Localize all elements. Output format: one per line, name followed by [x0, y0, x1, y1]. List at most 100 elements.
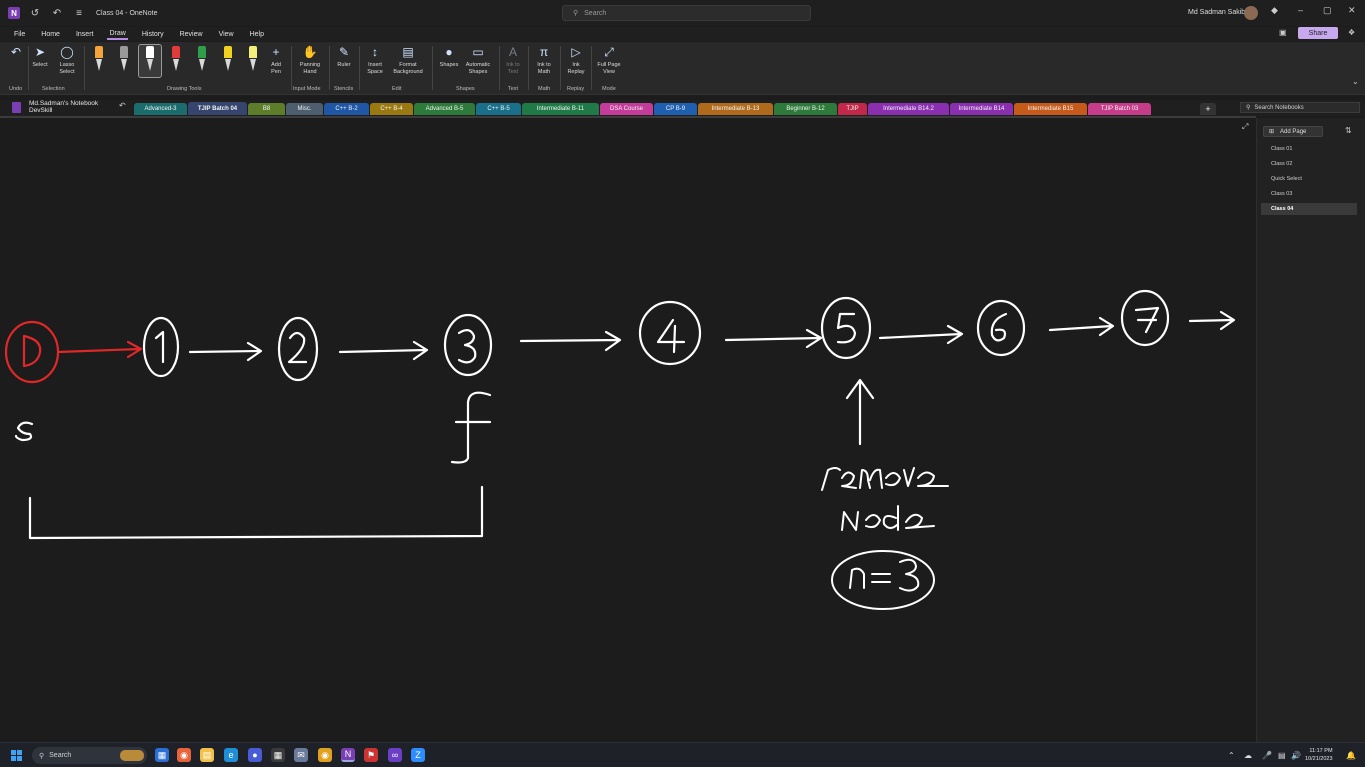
page-item-class-01[interactable]: Class 01 — [1261, 143, 1357, 155]
expand-icon[interactable]: ⤢ — [1242, 122, 1248, 132]
file-explorer-icon[interactable]: ▤ — [200, 748, 214, 762]
zoom-icon[interactable]: Z — [411, 748, 425, 762]
share-button[interactable]: Share — [1298, 27, 1338, 39]
menu-review[interactable]: Review — [178, 30, 205, 39]
lasso-select-button[interactable]: ◯ Lasso Select — [56, 44, 78, 76]
section-tab-b8[interactable]: B8 — [248, 103, 285, 115]
page-canvas[interactable] — [0, 118, 1256, 742]
taskbar-search[interactable]: ⚲ Search — [32, 747, 147, 764]
app-orange-icon[interactable]: ◉ — [177, 748, 191, 762]
app-flag-icon[interactable]: ⚑ — [364, 748, 378, 762]
notebook-selector[interactable]: Md.Sadman's Notebook DevSkill — [29, 100, 98, 114]
onenote-taskbar-icon[interactable]: N — [341, 748, 355, 762]
panning-hand-button[interactable]: ✋ Panning Hand — [296, 44, 324, 76]
shapes-button[interactable]: ● Shapes — [437, 44, 461, 69]
minimize-button[interactable]: – — [1298, 5, 1303, 15]
section-tab-tjip-batch-04[interactable]: TJIP Batch 04 — [188, 102, 247, 115]
mic-icon[interactable]: 🎤 — [1262, 751, 1272, 760]
section-tab-row: Md.Sadman's Notebook DevSkill ↶ Advanced… — [0, 100, 1365, 116]
notification-bell-icon[interactable]: 🔔 — [1346, 751, 1356, 760]
pen-red[interactable] — [170, 46, 182, 74]
menu-help[interactable]: Help — [248, 30, 266, 39]
diamond-icon[interactable]: ◆ — [1271, 5, 1278, 16]
back-arrow-icon[interactable]: ↶ — [119, 101, 126, 110]
avatar[interactable] — [1244, 6, 1258, 20]
menu-draw[interactable]: Draw — [107, 29, 128, 40]
chrome-icon[interactable]: ◉ — [318, 748, 332, 762]
clock[interactable]: 11:17 PM 10/21/2023 — [1305, 747, 1333, 763]
menu-file[interactable]: File — [12, 30, 27, 39]
menu-home[interactable]: Home — [39, 30, 62, 39]
section-tab-c-b-4[interactable]: C++ B-4 — [370, 103, 413, 115]
section-tab-intermediate-b14-2[interactable]: Intermediate B14.2 — [868, 103, 949, 115]
volume-icon[interactable]: 🔊 — [1291, 751, 1301, 760]
arrow-6-7 — [1048, 316, 1115, 337]
sort-icon[interactable]: ⇅ — [1345, 126, 1352, 135]
group-replay: Replay — [567, 86, 585, 92]
section-tab-tjip-batch-03[interactable]: TJIP Batch 03 — [1088, 103, 1151, 115]
search-notebooks-box[interactable]: ⚲ Search Notebooks — [1240, 102, 1360, 113]
section-tab-intermediate-b-11[interactable]: Intermediate B-11 — [522, 103, 599, 115]
ink-replay-button[interactable]: ▷ Ink Replay — [565, 44, 587, 76]
collapse-ribbon-icon[interactable]: ⌄ — [1352, 77, 1359, 86]
windows-start-icon[interactable] — [11, 750, 22, 761]
user-name[interactable]: Md Sadman Sakib — [1188, 9, 1245, 16]
add-pen-button[interactable]: + Add Pen — [266, 44, 286, 76]
pin-icon[interactable]: ❖ — [1348, 28, 1355, 37]
ruler-button[interactable]: ✎ Ruler — [334, 44, 354, 69]
lasso-label: Lasso Select — [59, 62, 75, 75]
section-tab-tjip[interactable]: TJIP — [838, 103, 867, 115]
section-tab-intermediate-b15[interactable]: Intermediate B15 — [1014, 103, 1087, 115]
back-icon[interactable]: ↺ — [28, 6, 42, 20]
quick-access-icon[interactable]: ≡ — [72, 6, 86, 20]
add-page-button[interactable]: ⊞ Add Page — [1263, 126, 1323, 137]
section-tab-advanced-b-5[interactable]: Advanced B-5 — [414, 103, 475, 115]
page-item-class-04[interactable]: Class 04 — [1261, 203, 1357, 215]
menu-history[interactable]: History — [140, 30, 166, 39]
notebook-pane-icon[interactable]: ▣ — [1279, 28, 1287, 37]
onenote-logo-icon: N — [8, 7, 20, 19]
edge-icon[interactable]: e — [224, 748, 238, 762]
page-item-quick-select[interactable]: Quick Select — [1261, 173, 1357, 185]
mail-icon[interactable]: ✉ — [294, 748, 308, 762]
menu-view[interactable]: View — [217, 30, 236, 39]
task-view-icon[interactable]: ▦ — [155, 748, 169, 762]
chat-icon[interactable]: ● — [248, 748, 262, 762]
section-tab-misc-[interactable]: Misc. — [286, 103, 323, 115]
undo-icon[interactable]: ↶ — [50, 6, 64, 20]
section-tab-intermediate-b-13[interactable]: Intermediate B-13 — [698, 103, 773, 115]
section-tab-dsa-course[interactable]: DSA Course — [600, 103, 653, 115]
pen-orange[interactable] — [93, 46, 105, 74]
pen-green[interactable] — [196, 46, 208, 74]
close-button[interactable]: ✕ — [1348, 5, 1356, 16]
section-tab-c-b-2[interactable]: C++ B-2 — [324, 103, 369, 115]
page-item-class-02[interactable]: Class 02 — [1261, 158, 1357, 170]
section-tab-advanced-3[interactable]: Advanced-3 — [134, 103, 187, 115]
pen-gray[interactable] — [118, 46, 130, 74]
ink-to-math-button[interactable]: π Ink to Math — [533, 44, 555, 76]
add-section-button[interactable]: + — [1200, 103, 1216, 115]
visual-studio-icon[interactable]: ∞ — [388, 748, 402, 762]
highlighter-yellow[interactable] — [222, 46, 234, 74]
section-tab-intermediate-b14[interactable]: Intermediate B14 — [950, 103, 1013, 115]
section-tab-cp-b-9[interactable]: CP B-9 — [654, 103, 697, 115]
search-box[interactable]: ⚲ Search — [562, 5, 811, 21]
undo-button[interactable]: ↶ — [8, 44, 24, 62]
pen-white[interactable] — [144, 46, 156, 74]
automatic-shapes-button[interactable]: ▭ Automatic Shapes — [462, 44, 494, 76]
tray-chevron-icon[interactable]: ⌃ — [1228, 751, 1235, 760]
full-page-view-button[interactable]: ⤢ Full Page View — [595, 44, 623, 76]
section-tab-c-b-5[interactable]: C++ B-5 — [476, 103, 521, 115]
network-icon[interactable]: ▤ — [1278, 751, 1286, 760]
store-icon[interactable]: ▦ — [271, 748, 285, 762]
page-item-class-03[interactable]: Class 03 — [1261, 188, 1357, 200]
menu-insert[interactable]: Insert — [74, 30, 96, 39]
maximize-button[interactable]: ▢ — [1323, 5, 1332, 16]
format-background-button[interactable]: ▤ Format Background — [389, 44, 427, 76]
ink-to-text-button[interactable]: A Ink to Text — [503, 44, 523, 76]
insert-space-button[interactable]: ↕ Insert Space — [363, 44, 387, 76]
onedrive-icon[interactable]: ☁ — [1244, 751, 1252, 760]
highlighter-light-yellow[interactable] — [247, 46, 259, 74]
select-button[interactable]: ➤ Select — [32, 44, 48, 69]
section-tab-beginner-b-12[interactable]: Beginner B-12 — [774, 103, 837, 115]
